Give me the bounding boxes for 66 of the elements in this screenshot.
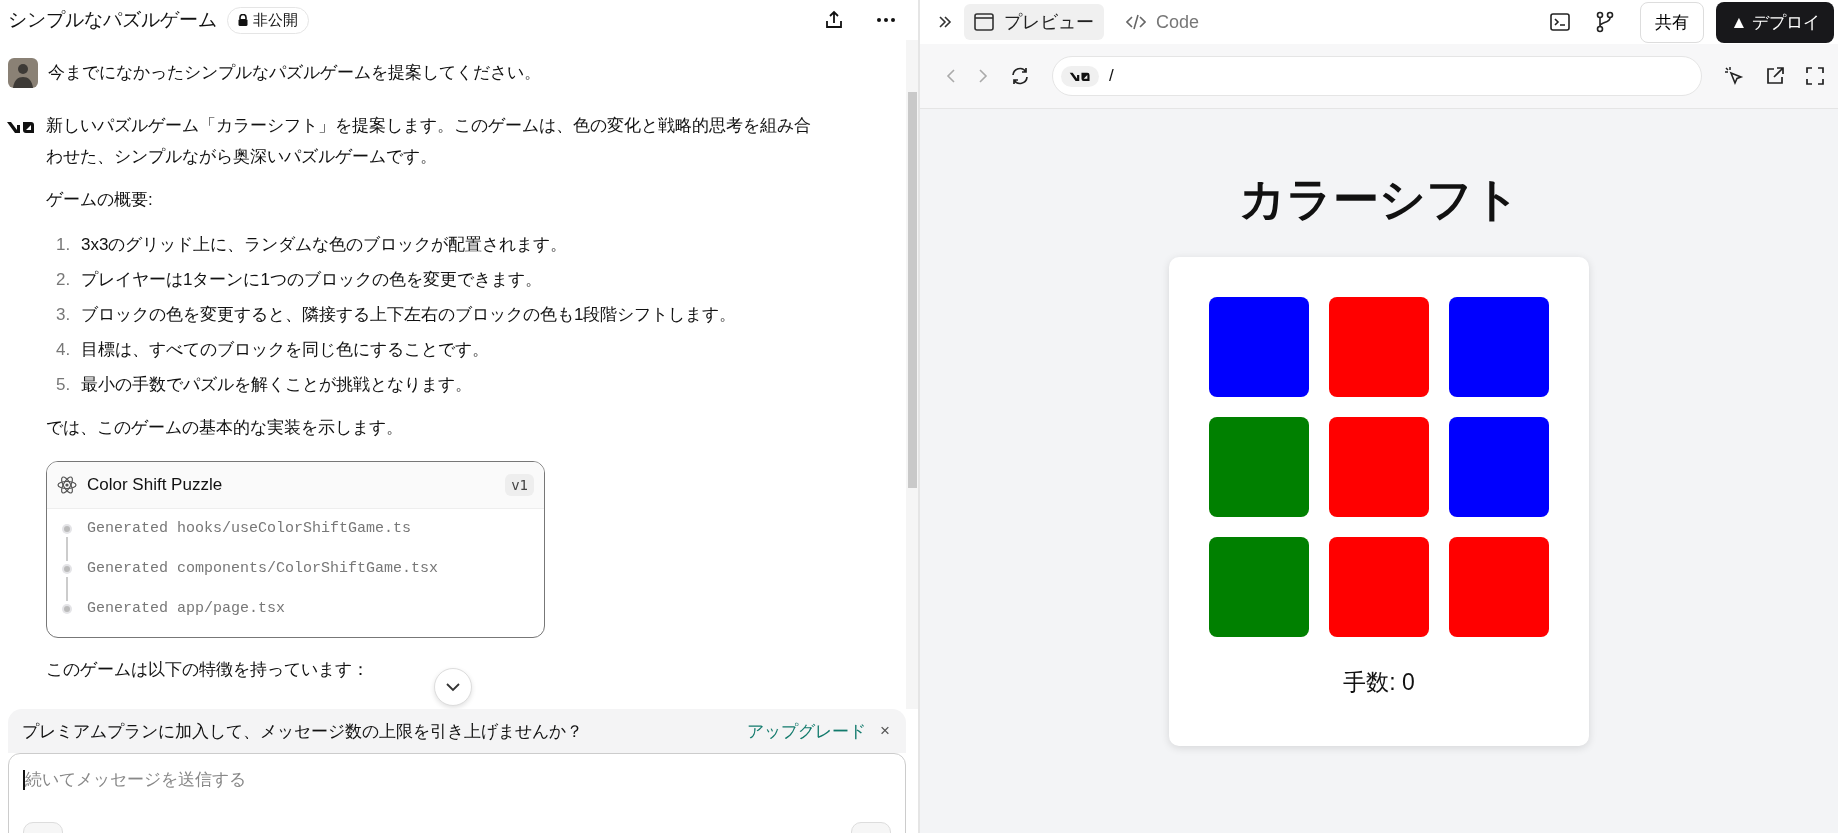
back-icon[interactable] bbox=[946, 68, 956, 84]
branch-icon[interactable] bbox=[1596, 11, 1615, 33]
color-block[interactable] bbox=[1449, 297, 1549, 397]
assistant-message: 新しいパズルゲーム「カラーシフト」を提案します。このゲームは、色の変化と戦略的思考を組み合わせた、シンプルながら奥深いパズルゲームです。 bbox=[46, 115, 812, 168]
section-heading: ゲームの概要: bbox=[46, 189, 154, 211]
user-message: 今までになかったシンプルなパズルゲームを提案してください。 bbox=[48, 62, 541, 84]
lock-icon bbox=[238, 14, 248, 26]
scroll-down-button[interactable] bbox=[434, 668, 472, 706]
expand-icon[interactable] bbox=[938, 16, 952, 28]
list-item: 3x3のグリッド上に、ランダムな色のブロックが配置されます。 bbox=[81, 234, 568, 256]
code-icon bbox=[1126, 14, 1146, 30]
step-text: Generated components/ColorShiftGame.tsx bbox=[87, 559, 439, 579]
share-icon[interactable] bbox=[824, 10, 844, 30]
artifact-title: Color Shift Puzzle bbox=[87, 475, 223, 495]
list-item: 目標は、すべてのブロックを同じ色にすることです。 bbox=[81, 339, 489, 361]
window-icon bbox=[974, 13, 994, 31]
avatar bbox=[8, 58, 38, 88]
color-block[interactable] bbox=[1329, 297, 1429, 397]
deploy-button[interactable]: ▲ デプロイ bbox=[1716, 1, 1834, 43]
color-block[interactable] bbox=[1209, 537, 1309, 637]
message-input[interactable]: 続いてメッセージを送信する bbox=[8, 753, 906, 833]
list-item: 最小の手数でパズルを解くことが挑戦となります。 bbox=[81, 374, 472, 396]
step-dot-icon bbox=[61, 563, 73, 575]
tab[interactable]: プレビュー bbox=[964, 4, 1104, 40]
color-block[interactable] bbox=[1209, 297, 1309, 397]
step-text: Generated app/page.tsx bbox=[87, 599, 286, 619]
list-number: 3. bbox=[56, 304, 71, 326]
cursor-select-icon[interactable] bbox=[1724, 66, 1744, 86]
version-badge: v1 bbox=[505, 474, 534, 496]
list-number: 4. bbox=[56, 339, 71, 361]
forward-icon[interactable] bbox=[978, 68, 988, 84]
tab[interactable]: Code bbox=[1116, 5, 1210, 39]
close-button[interactable]: × bbox=[880, 721, 890, 741]
list-number: 2. bbox=[56, 269, 71, 291]
color-block[interactable] bbox=[1209, 417, 1309, 517]
step-text: Generated hooks/useColorShiftGame.ts bbox=[87, 519, 412, 539]
refresh-icon[interactable] bbox=[1010, 66, 1030, 86]
move-counter: 手数: 0 bbox=[1342, 668, 1416, 697]
terminal-icon[interactable] bbox=[1550, 13, 1571, 31]
more-icon[interactable] bbox=[876, 17, 896, 23]
assistant-message: では、このゲームの基本的な実装を示します。 bbox=[46, 417, 404, 439]
logo-icon bbox=[6, 120, 36, 134]
chevron-down-icon bbox=[445, 682, 461, 692]
assistant-message: このゲームは以下の特徴を持っています： bbox=[46, 659, 370, 681]
color-block[interactable] bbox=[1449, 417, 1549, 517]
atom-icon bbox=[57, 475, 77, 495]
artifact-card[interactable]: Color Shift Puzzle v1 Generated hooks/useColorShiftGame.ts Generated components/ColorShiftGame.tsx Generated app/page.tsx bbox=[46, 461, 545, 638]
chat-title: シンプルなパズルゲーム bbox=[8, 8, 217, 32]
logo-icon bbox=[1069, 70, 1091, 82]
share-button[interactable]: 共有 bbox=[1640, 1, 1705, 43]
list-number: 5. bbox=[56, 374, 71, 396]
scrollbar-thumb[interactable] bbox=[908, 92, 917, 488]
color-block[interactable] bbox=[1449, 537, 1549, 637]
banner-text: プレミアムプランに加入して、メッセージ数の上限を引き上げませんか？ bbox=[22, 720, 583, 743]
fullscreen-icon[interactable] bbox=[1806, 67, 1824, 85]
upgrade-link[interactable]: アップグレード bbox=[747, 719, 867, 743]
color-block[interactable] bbox=[1329, 417, 1429, 517]
game-title: カラーシフト bbox=[1238, 172, 1520, 227]
list-item: ブロックの色を変更すると、隣接する上下左右のブロックの色も1段階シフトします。 bbox=[81, 304, 737, 326]
color-block[interactable] bbox=[1329, 537, 1429, 637]
list-item: プレイヤーは1ターンに1つのブロックの色を変更できます。 bbox=[81, 269, 542, 291]
step-dot-icon bbox=[61, 523, 73, 535]
external-link-icon[interactable] bbox=[1766, 67, 1784, 85]
address-bar[interactable]: / bbox=[1052, 56, 1702, 96]
list-number: 1. bbox=[56, 234, 71, 256]
step-dot-icon bbox=[61, 603, 73, 615]
